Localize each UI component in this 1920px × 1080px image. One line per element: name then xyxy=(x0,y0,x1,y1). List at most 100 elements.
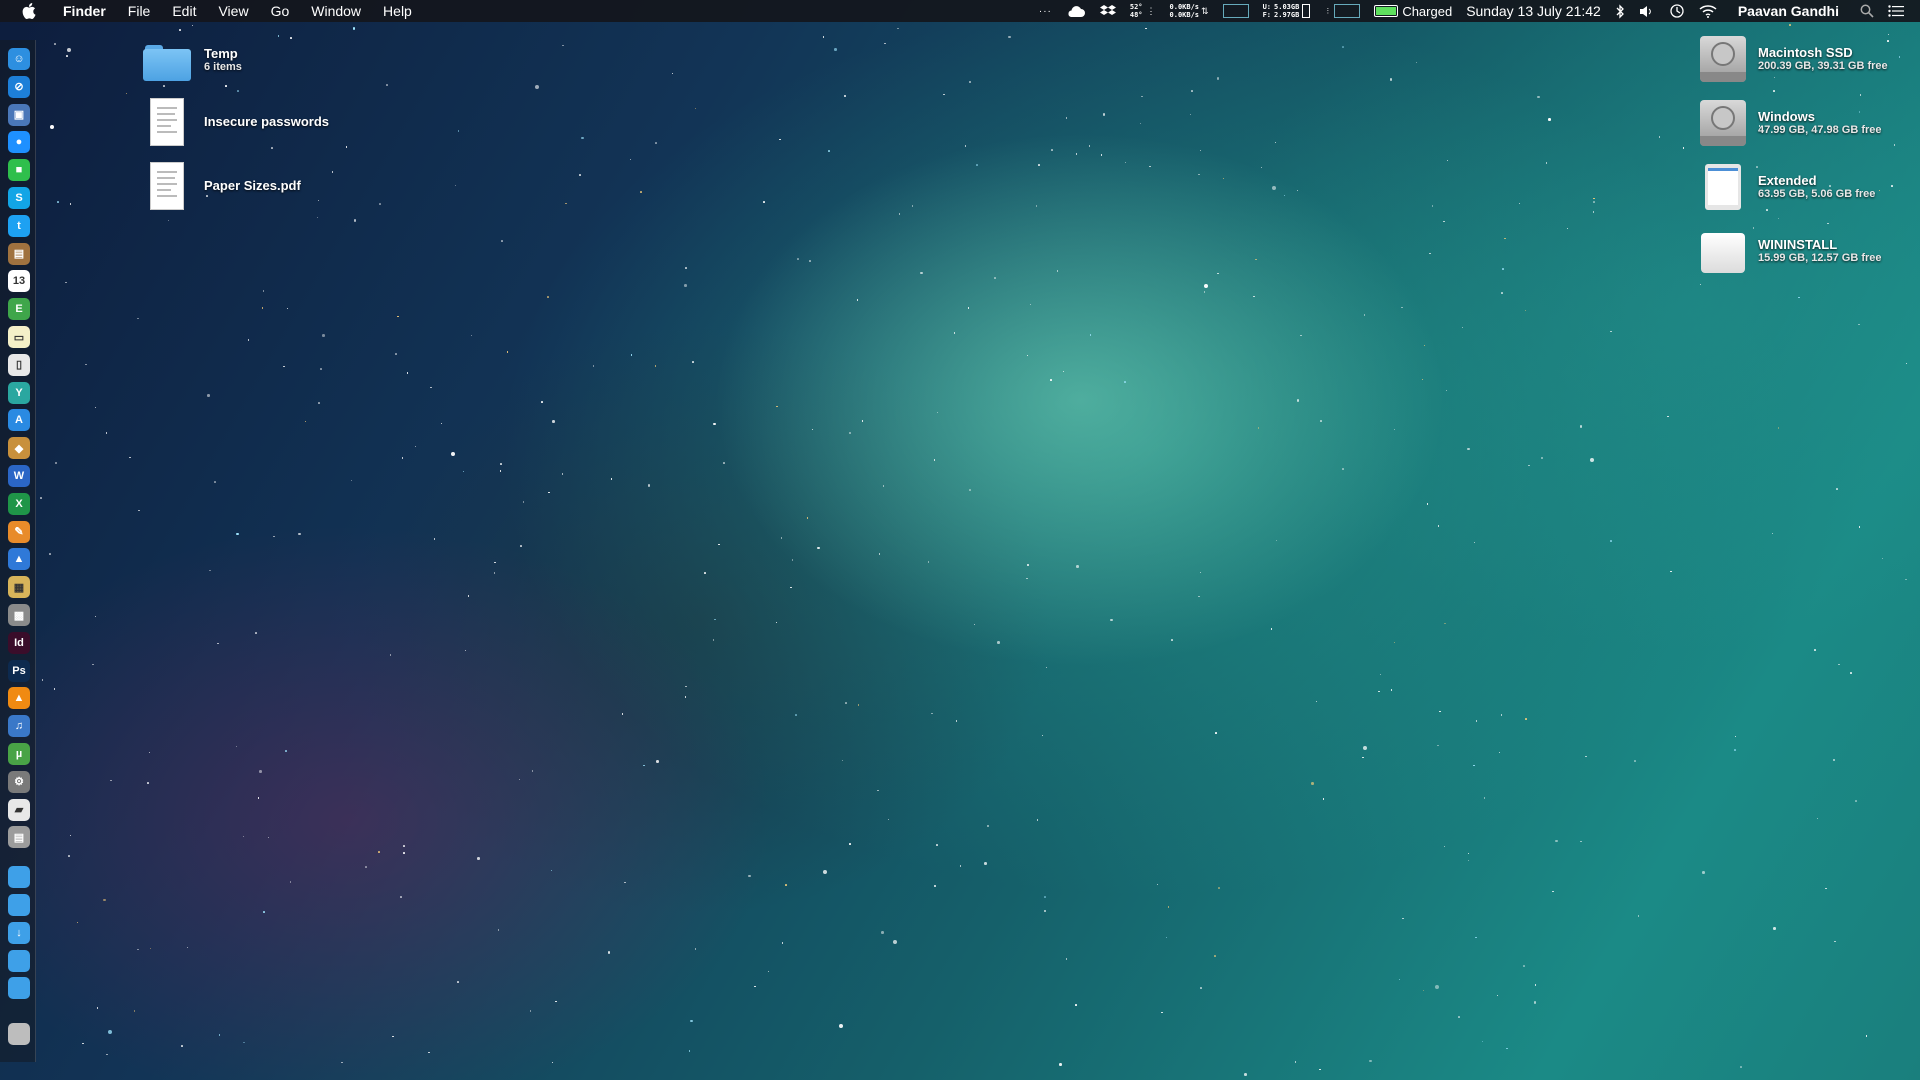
evernote-icon[interactable]: E xyxy=(8,298,30,321)
volume-icon[interactable] xyxy=(1632,0,1662,22)
drive-name: Extended xyxy=(1758,173,1817,188)
desktop-item-insecure-passwords[interactable]: Insecure passwords xyxy=(142,97,329,147)
pdf-document-icon xyxy=(142,161,192,211)
overflow-dots-icon[interactable]: ··· xyxy=(1032,0,1059,22)
icloud-icon[interactable] xyxy=(1059,0,1093,22)
temperature-widget[interactable]: 52° 48° ⋮ xyxy=(1123,0,1163,22)
folder-pictures-icon[interactable] xyxy=(8,977,30,1000)
memory-free: 2.97GB xyxy=(1274,11,1300,19)
dock: ☺ ⊘ ▣ ● ■ St ▤ 13 E ▭ ▯ Y A ◆ W X ✎ ▲ ▦ ▩ Id Ps ▲ ♫ µ ⚙ ▰ ▤ ↓ xyxy=(0,40,36,1062)
drive-macintosh-ssd[interactable]: Macintosh SSD 200.39 GB, 39.31 GB free xyxy=(1698,34,1888,84)
printer-icon[interactable]: ▤ xyxy=(8,826,30,849)
notification-center-icon[interactable] xyxy=(1881,0,1920,22)
dropbox-icon[interactable] xyxy=(1093,0,1123,22)
desktop-item-detail: 6 items xyxy=(204,61,242,73)
net-up: 0.0KB/s xyxy=(1169,3,1200,11)
indesign-icon[interactable]: Id xyxy=(8,631,30,654)
desktop-item-temp-folder[interactable]: Temp 6 items xyxy=(142,38,242,88)
menu-help[interactable]: Help xyxy=(372,0,423,22)
memory-widget[interactable]: U: F: 5.03GB 2.97GB xyxy=(1256,0,1318,22)
drive-name: Macintosh SSD xyxy=(1758,45,1853,60)
temperature-bottom: 48° xyxy=(1129,11,1143,19)
desktop-item-paper-sizes-pdf[interactable]: Paper Sizes.pdf xyxy=(142,161,301,211)
keynote-icon[interactable]: ▲ xyxy=(8,548,30,571)
fan-icon: ⋮ xyxy=(1146,5,1156,16)
folder-desktop-icon[interactable] xyxy=(8,949,30,972)
archive-icon[interactable]: ▦ xyxy=(8,576,30,599)
script-icon[interactable]: ▰ xyxy=(8,798,30,821)
spotlight-search-icon[interactable] xyxy=(1853,0,1881,22)
memory-used: 5.03GB xyxy=(1274,3,1300,11)
folder-icon xyxy=(142,38,192,88)
finder-icon[interactable]: ☺ xyxy=(8,48,30,70)
photoshop-icon[interactable]: Ps xyxy=(8,659,30,682)
menu-go[interactable]: Go xyxy=(260,0,301,22)
hard-drive-icon xyxy=(1698,34,1748,84)
bluetooth-icon[interactable] xyxy=(1608,0,1632,22)
network-speed-widget[interactable]: 0.0KB/s 0.0KB/s ⇅ xyxy=(1163,0,1216,22)
hard-drive-icon xyxy=(1698,98,1748,148)
wifi-icon[interactable] xyxy=(1692,0,1724,22)
network-graph[interactable] xyxy=(1216,0,1256,22)
memory-free-label: F: xyxy=(1262,11,1272,19)
arrows-icon: ⇅ xyxy=(1201,5,1209,16)
messages-icon[interactable]: ● xyxy=(8,131,30,154)
twitter-icon[interactable]: t xyxy=(8,214,30,237)
drive-name: Windows xyxy=(1758,109,1815,124)
battery-status[interactable]: Charged xyxy=(1367,0,1459,22)
menu-view[interactable]: View xyxy=(207,0,259,22)
apple-menu-icon[interactable] xyxy=(20,2,38,20)
drive-extended[interactable]: Extended 63.95 GB, 5.06 GB free xyxy=(1698,162,1875,212)
image-capture-icon[interactable]: ▩ xyxy=(8,604,30,626)
drive-capacity: 200.39 GB, 39.31 GB free xyxy=(1758,60,1888,72)
drive-windows[interactable]: Windows 47.99 GB, 47.98 GB free xyxy=(1698,98,1882,148)
sd-card-icon xyxy=(1698,162,1748,212)
desktop-item-name: Temp xyxy=(204,46,238,61)
drive-name: WININSTALL xyxy=(1758,237,1838,252)
cpu-label-icon: ⋮ xyxy=(1324,8,1332,15)
user-name[interactable]: Paavan Gandhi xyxy=(1724,0,1853,22)
temperature-top: 52° xyxy=(1129,3,1143,11)
menu-bar: Finder File Edit View Go Window Help ···… xyxy=(0,0,1920,22)
utorrent-icon[interactable]: µ xyxy=(8,743,30,765)
battery-icon xyxy=(1374,5,1399,17)
drive-wininstall[interactable]: WININSTALL 15.99 GB, 12.57 GB free xyxy=(1698,226,1882,276)
yoink-icon[interactable]: Y xyxy=(8,381,30,404)
folder-documents-icon[interactable] xyxy=(8,894,30,916)
safari-icon[interactable]: ⊘ xyxy=(8,75,30,98)
external-drive-icon xyxy=(1698,226,1748,276)
notes-icon[interactable]: ▭ xyxy=(8,326,30,348)
cpu-graph[interactable]: ⋮ xyxy=(1317,0,1367,22)
folder-applications-icon[interactable] xyxy=(8,866,30,889)
battery-text: Charged xyxy=(1402,3,1453,19)
facetime-icon[interactable]: ■ xyxy=(8,159,30,182)
document-icon xyxy=(142,97,192,147)
clock[interactable]: Sunday 13 July 21:42 xyxy=(1459,0,1608,22)
app-store-icon[interactable]: A xyxy=(8,409,30,432)
textedit-icon[interactable]: ▯ xyxy=(8,353,30,376)
menu-file[interactable]: File xyxy=(117,0,162,22)
net-down: 0.0KB/s xyxy=(1169,11,1200,19)
menu-window[interactable]: Window xyxy=(300,0,372,22)
notebook-icon[interactable]: ▤ xyxy=(8,242,30,265)
package-icon[interactable]: ◆ xyxy=(8,437,30,460)
skype-icon[interactable]: S xyxy=(8,187,30,209)
time-machine-icon[interactable] xyxy=(1662,0,1692,22)
pages-icon[interactable]: ✎ xyxy=(8,520,30,543)
word-icon[interactable]: W xyxy=(8,465,30,487)
system-preferences-icon[interactable]: ⚙ xyxy=(8,770,30,793)
menu-app-finder[interactable]: Finder xyxy=(52,0,117,22)
drive-capacity: 63.95 GB, 5.06 GB free xyxy=(1758,188,1876,200)
excel-icon[interactable]: X xyxy=(8,492,30,515)
vlc-icon[interactable]: ▲ xyxy=(8,687,30,710)
folder-downloads-icon[interactable]: ↓ xyxy=(8,921,30,944)
itunes-icon[interactable]: ♫ xyxy=(8,715,30,738)
memory-bars-icon xyxy=(1302,4,1311,18)
menu-edit[interactable]: Edit xyxy=(161,0,207,22)
preview-icon[interactable]: ▣ xyxy=(8,103,30,126)
desktop-item-name: Paper Sizes.pdf xyxy=(204,178,301,193)
drive-capacity: 15.99 GB, 12.57 GB free xyxy=(1758,252,1882,264)
trash-icon[interactable] xyxy=(8,1023,30,1046)
memory-used-label: U: xyxy=(1262,3,1272,11)
calendar-icon[interactable]: 13 xyxy=(8,270,30,293)
